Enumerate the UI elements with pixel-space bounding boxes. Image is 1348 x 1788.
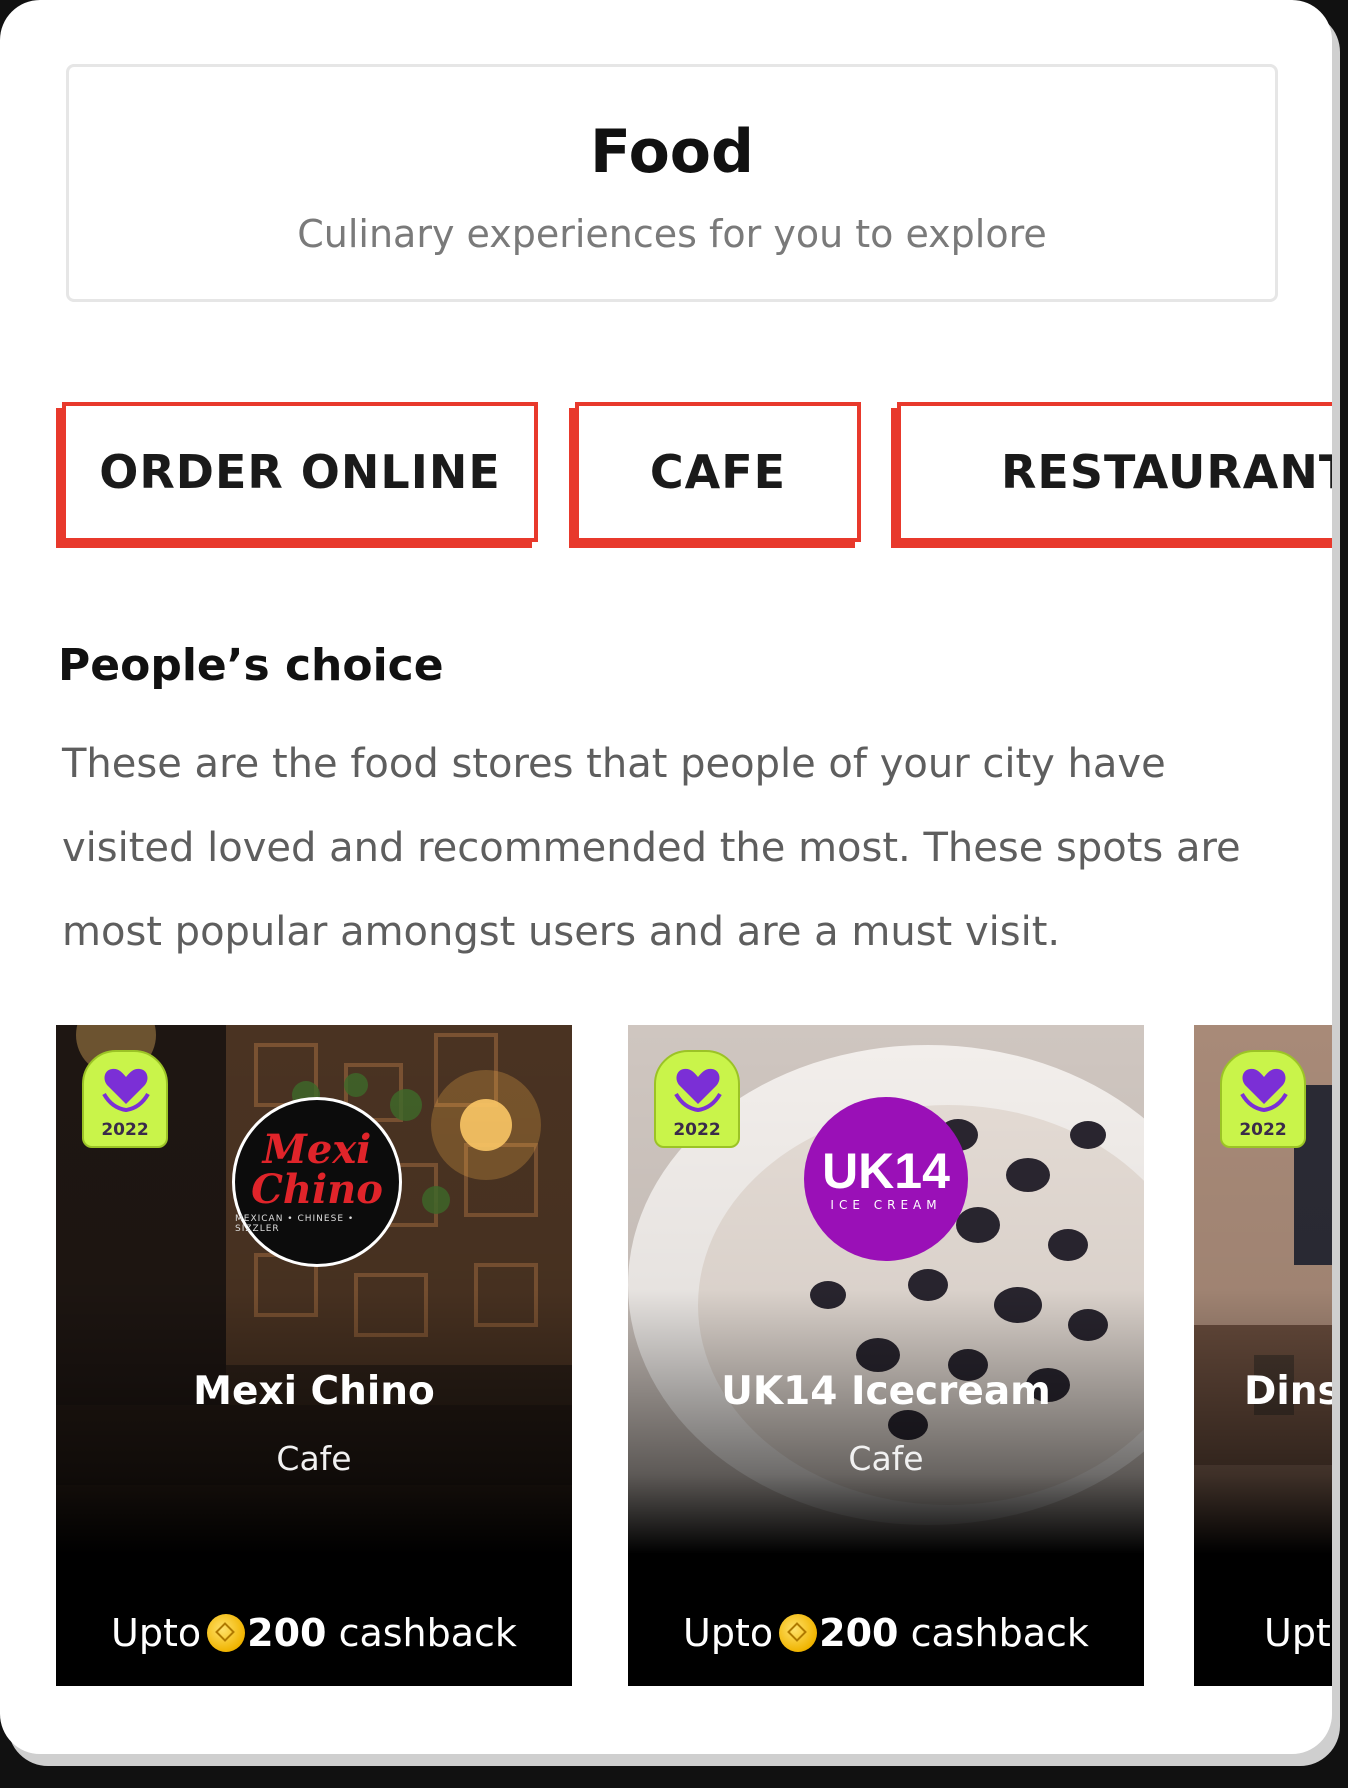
logo-tagline: ICE CREAM [830, 1198, 942, 1212]
coin-icon [779, 1614, 818, 1652]
award-badge: 2022 [1220, 1050, 1306, 1148]
cashback-offer: Upto 200 cashback [56, 1611, 572, 1655]
tab-cafe[interactable]: CAFE [575, 402, 861, 542]
award-badge: 2022 [654, 1050, 740, 1148]
award-badge: 2022 [82, 1050, 168, 1148]
section-title: People’s choice [58, 640, 444, 691]
coin-icon [207, 1614, 246, 1652]
cashback-amount: 200 [247, 1611, 327, 1655]
logo-tagline: MEXICAN • CHINESE • SIZZLER [235, 1214, 355, 1234]
page-subtitle: Culinary experiences for you to explore [297, 212, 1047, 256]
cashback-offer: Upto 200 cashback [628, 1611, 1144, 1655]
logo-text: UK14 [822, 1143, 950, 1199]
category-header-card: Food Culinary experiences for you to exp… [66, 64, 1278, 302]
heart-laurel-icon [1240, 1068, 1288, 1113]
store-name: Dinsl [1244, 1369, 1332, 1414]
award-year: 2022 [1239, 1120, 1287, 1140]
cashback-amount: 200 [819, 1611, 899, 1655]
award-year: 2022 [673, 1120, 721, 1140]
logo-text: Mexi Chino [251, 1126, 383, 1213]
store-logo: UK14 ICE CREAM [804, 1097, 968, 1261]
page-title: Food [590, 117, 754, 187]
section-description: These are the food stores that people of… [62, 741, 1241, 955]
store-name: UK14 Icecream [721, 1369, 1051, 1414]
award-year: 2022 [101, 1120, 149, 1140]
cashback-prefix: Uptc [1264, 1611, 1332, 1655]
heart-laurel-icon [102, 1068, 150, 1113]
store-logo: Mexi Chino MEXICAN • CHINESE • SIZZLER [232, 1097, 402, 1267]
store-card-mexi-chino[interactable]: 2022 Mexi Chino MEXICAN • CHINESE • SIZZ… [56, 1025, 572, 1686]
cashback-prefix: Upto [111, 1611, 202, 1655]
cashback-suffix: cashback [338, 1611, 517, 1655]
food-panel: Food Culinary experiences for you to exp… [0, 0, 1332, 1754]
cashback-prefix: Upto [683, 1611, 774, 1655]
store-category: Cafe [848, 1439, 924, 1478]
heart-laurel-icon [674, 1068, 722, 1113]
store-card-partial[interactable]: 2022 Dinsl Uptc [1194, 1025, 1332, 1686]
tab-order-online[interactable]: ORDER ONLINE [62, 402, 538, 542]
tab-restaurant[interactable]: RESTAURANT [897, 402, 1332, 542]
cashback-suffix: cashback [910, 1611, 1089, 1655]
cashback-offer: Uptc [1264, 1611, 1332, 1655]
store-name: Mexi Chino [193, 1369, 435, 1414]
store-card-uk14-icecream[interactable]: 2022 UK14 ICE CREAM UK14 Icecream Cafe U… [628, 1025, 1144, 1686]
store-category: Cafe [276, 1439, 352, 1478]
